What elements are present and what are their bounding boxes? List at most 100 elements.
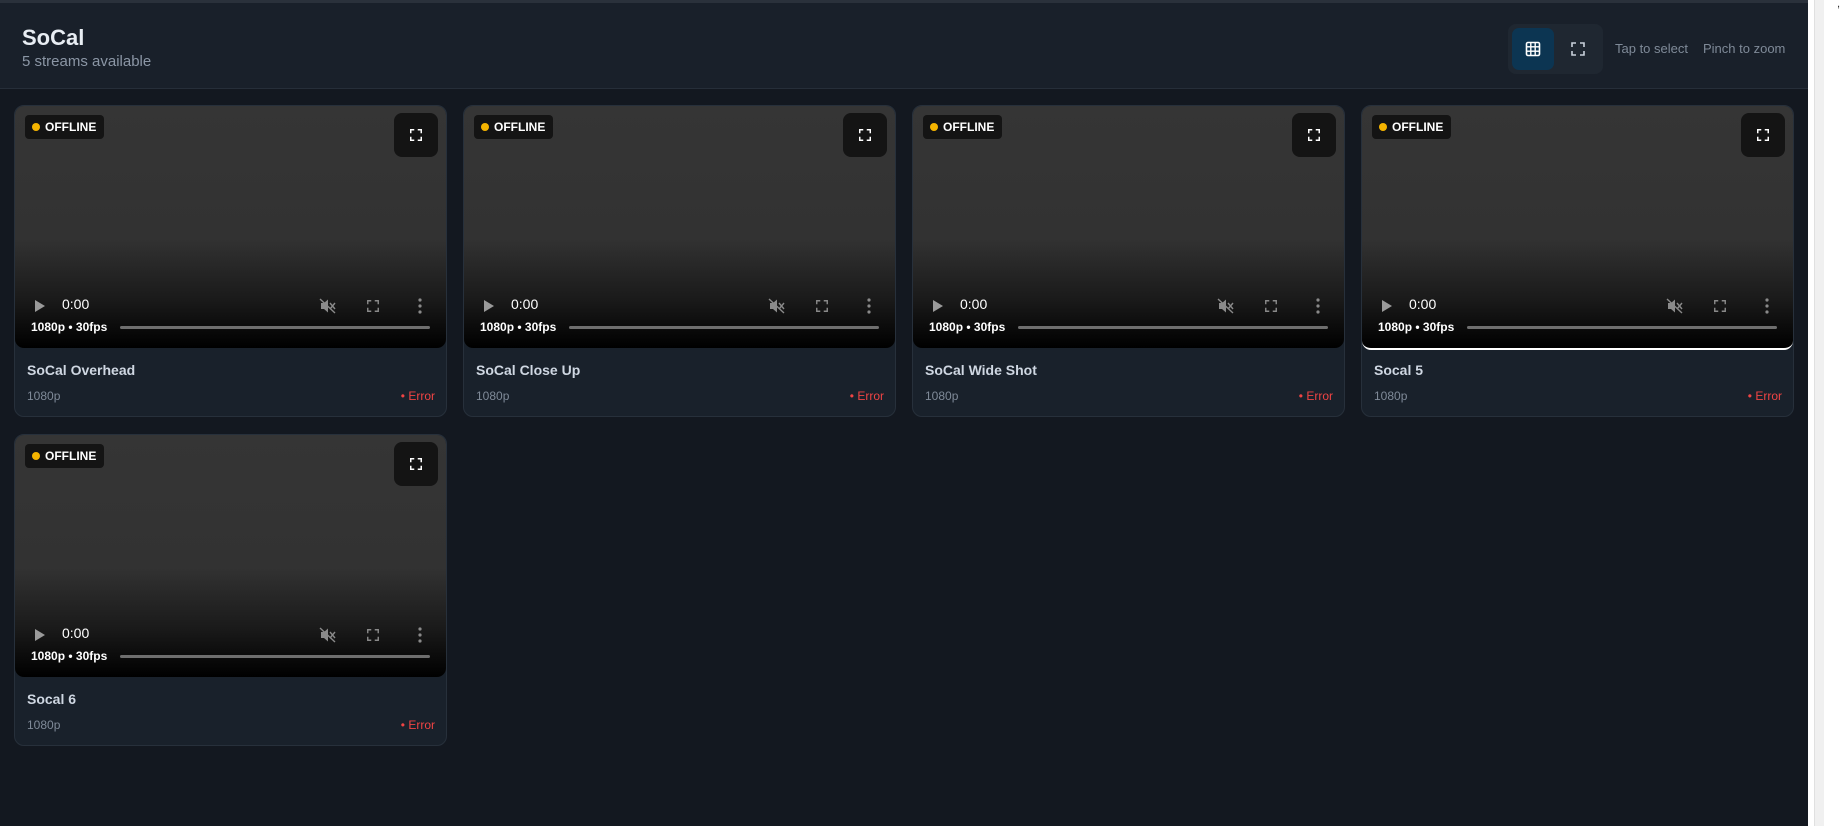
fullscreen-button[interactable] — [1741, 113, 1785, 157]
progress-bar[interactable] — [120, 326, 430, 329]
play-icon[interactable] — [1381, 299, 1393, 313]
video-player[interactable]: OFFLINE 0:00 1080p • 30fps — [913, 106, 1344, 348]
time-display: 0:00 — [62, 625, 90, 641]
stream-card[interactable]: OFFLINE 0:00 — [1361, 105, 1794, 417]
expand-icon — [859, 129, 871, 141]
progress-bar[interactable] — [120, 655, 430, 658]
stream-card[interactable]: OFFLINE 0:00 — [14, 105, 447, 417]
video-player[interactable]: OFFLINE 0:00 1080p • 30fps — [15, 106, 446, 348]
stream-name: SoCal Overhead — [27, 362, 136, 378]
muted-icon[interactable] — [1217, 298, 1235, 314]
video-controls: 0:00 — [464, 291, 895, 321]
muted-icon[interactable] — [319, 627, 337, 643]
player-fullscreen-icon[interactable] — [1713, 299, 1727, 313]
fullscreen-button[interactable] — [1292, 113, 1336, 157]
fullscreen-button[interactable] — [394, 113, 438, 157]
status-badge: OFFLINE — [923, 115, 1003, 139]
stream-resolution: 1080p — [476, 389, 510, 403]
video-controls: 0:00 — [15, 620, 446, 650]
offline-dot-icon — [1379, 123, 1387, 131]
browser-scrollbar-area: , — [1808, 0, 1845, 826]
expand-icon — [1571, 42, 1585, 56]
more-options-icon[interactable] — [418, 298, 422, 314]
stream-card[interactable]: OFFLINE 0:00 — [14, 434, 447, 746]
badge-label: OFFLINE — [494, 120, 546, 134]
video-controls: 0:00 — [15, 291, 446, 321]
expand-icon — [410, 129, 422, 141]
stream-count: 5 streams available — [22, 53, 152, 70]
stream-resolution: 1080p — [27, 718, 61, 732]
more-options-icon[interactable] — [418, 627, 422, 643]
muted-icon[interactable] — [768, 298, 786, 314]
more-options-icon[interactable] — [1316, 298, 1320, 314]
error-status: • Error — [849, 389, 884, 403]
page-title: SoCal — [22, 25, 85, 50]
grid-icon — [1525, 41, 1541, 57]
offline-dot-icon — [32, 452, 40, 460]
progress-bar[interactable] — [569, 326, 879, 329]
play-icon[interactable] — [34, 628, 46, 642]
status-badge: OFFLINE — [1372, 115, 1452, 139]
time-display: 0:00 — [960, 296, 988, 312]
error-status: • Error — [1298, 389, 1333, 403]
stream-resolution: 1080p — [27, 389, 61, 403]
view-toggle — [1508, 24, 1603, 74]
time-display: 0:00 — [511, 296, 539, 312]
more-options-icon[interactable] — [867, 298, 871, 314]
play-icon[interactable] — [932, 299, 944, 313]
offline-dot-icon — [481, 123, 489, 131]
badge-label: OFFLINE — [1392, 120, 1444, 134]
hint-tap-select: Tap to select — [1615, 41, 1688, 56]
status-badge: OFFLINE — [25, 115, 105, 139]
stream-name: SoCal Wide Shot — [925, 362, 1037, 378]
expand-icon — [1308, 129, 1320, 141]
progress-bar[interactable] — [1467, 326, 1777, 329]
fullscreen-button[interactable] — [394, 442, 438, 486]
stream-app: SoCal 5 streams available Tap to select … — [0, 0, 1808, 826]
player-fullscreen-icon[interactable] — [366, 299, 380, 313]
muted-icon[interactable] — [1666, 298, 1684, 314]
error-status: • Error — [400, 718, 435, 732]
time-display: 0:00 — [62, 296, 90, 312]
stream-card[interactable]: OFFLINE 0:00 — [463, 105, 896, 417]
offline-dot-icon — [32, 123, 40, 131]
page-header: SoCal 5 streams available Tap to select … — [0, 3, 1808, 89]
offline-dot-icon — [930, 123, 938, 131]
player-fullscreen-icon[interactable] — [815, 299, 829, 313]
expand-icon — [1757, 129, 1769, 141]
muted-icon[interactable] — [319, 298, 337, 314]
expand-icon — [410, 458, 422, 470]
stream-card[interactable]: OFFLINE 0:00 — [912, 105, 1345, 417]
badge-label: OFFLINE — [45, 449, 97, 463]
play-icon[interactable] — [34, 299, 46, 313]
play-icon[interactable] — [483, 299, 495, 313]
stream-name: Socal 6 — [27, 691, 77, 707]
badge-label: OFFLINE — [943, 120, 995, 134]
scrollbar[interactable] — [1814, 0, 1824, 826]
stream-resolution: 1080p — [1374, 389, 1408, 403]
video-player[interactable]: OFFLINE 0:00 1080p • 30fps — [464, 106, 895, 348]
fullscreen-view-button[interactable] — [1557, 28, 1599, 70]
error-status: • Error — [400, 389, 435, 403]
stream-name: SoCal Close Up — [476, 362, 581, 378]
video-player[interactable]: OFFLINE 0:00 1080p • 30fps — [1362, 106, 1793, 350]
grid-view-button[interactable] — [1512, 28, 1554, 70]
hint-pinch-zoom: Pinch to zoom — [1703, 41, 1786, 56]
error-status: • Error — [1747, 389, 1782, 403]
video-controls: 0:00 — [913, 291, 1344, 321]
time-display: 0:00 — [1409, 296, 1437, 312]
caret-mark: , — [1837, 0, 1841, 10]
video-controls: 0:00 — [1362, 291, 1793, 321]
resolution-fps-label: 1080p • 30fps — [1378, 320, 1455, 334]
status-badge: OFFLINE — [474, 115, 554, 139]
progress-bar[interactable] — [1018, 326, 1328, 329]
status-badge: OFFLINE — [25, 444, 105, 468]
more-options-icon[interactable] — [1765, 298, 1769, 314]
stream-name: Socal 5 — [1374, 362, 1424, 378]
stream-resolution: 1080p — [925, 389, 959, 403]
resolution-fps-label: 1080p • 30fps — [480, 320, 557, 334]
player-fullscreen-icon[interactable] — [366, 628, 380, 642]
fullscreen-button[interactable] — [843, 113, 887, 157]
video-player[interactable]: OFFLINE 0:00 1080p • 30fps — [15, 435, 446, 677]
player-fullscreen-icon[interactable] — [1264, 299, 1278, 313]
